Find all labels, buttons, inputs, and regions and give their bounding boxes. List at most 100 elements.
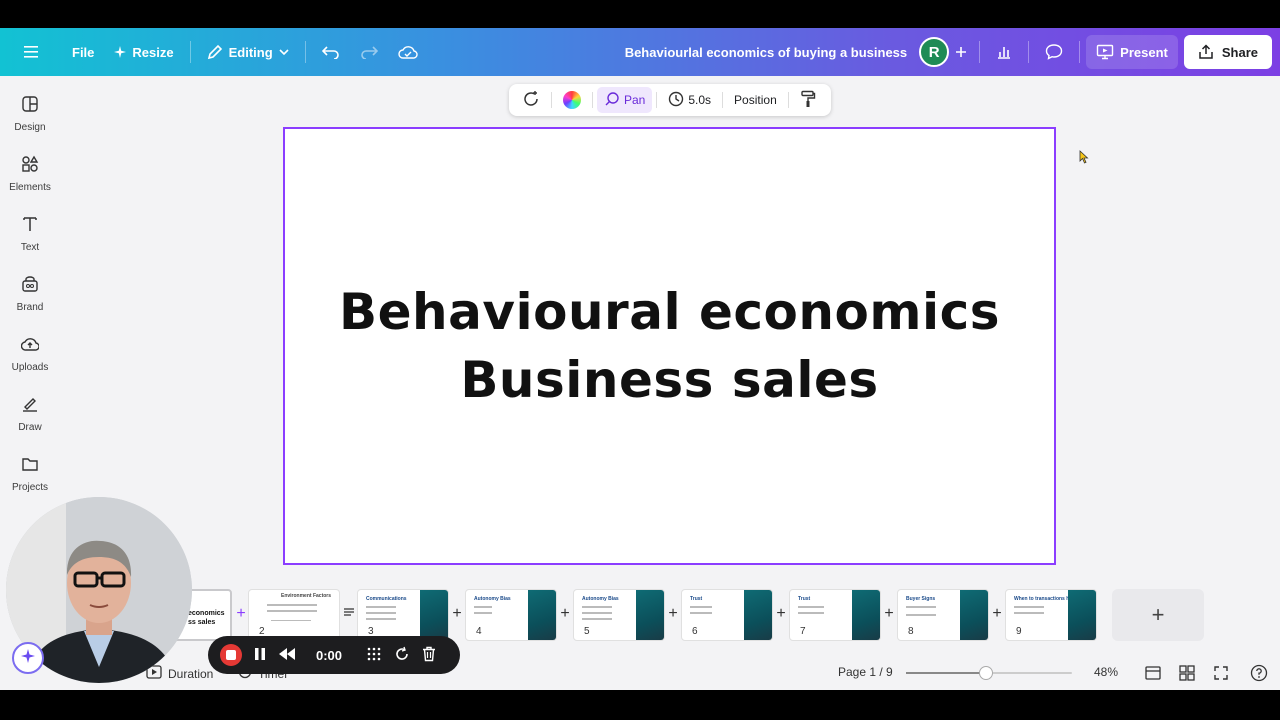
toolbar-divider	[592, 92, 593, 108]
add-page-between-icon[interactable]: +	[666, 604, 680, 624]
sidebar-item-label: Elements	[9, 182, 51, 193]
thumb-image	[1068, 590, 1096, 640]
thumb-line	[271, 620, 311, 621]
text-icon	[21, 215, 39, 236]
share-button[interactable]: Share	[1183, 35, 1272, 69]
fullscreen-icon[interactable]	[1212, 664, 1230, 682]
add-page-between-icon[interactable]: +	[558, 604, 572, 624]
page-thumbnail-2[interactable]: Environment Factors 2	[248, 589, 340, 641]
menu-button[interactable]	[18, 35, 46, 69]
animate-button[interactable]	[515, 87, 547, 113]
pencil-icon	[207, 44, 223, 60]
page-indicator[interactable]: Page 1 / 9	[838, 665, 893, 679]
toolbar-divider	[304, 41, 306, 63]
clock-icon	[668, 91, 684, 110]
add-page-between-icon[interactable]: +	[450, 604, 464, 624]
add-page-button[interactable]: +	[1112, 589, 1204, 641]
editing-mode-button[interactable]: Editing	[197, 35, 299, 69]
rewind-icon[interactable]	[278, 647, 296, 664]
sidebar-item-draw[interactable]: Draw	[0, 386, 60, 442]
redo-button[interactable]	[350, 35, 388, 69]
page-thumbnail-3[interactable]: Communications 3	[357, 589, 449, 641]
trash-icon[interactable]	[422, 646, 436, 665]
page-thumbnail-8[interactable]: Buyer Signs 8	[897, 589, 989, 641]
bottom-bar: Duration Timer Page 1 / 9 48%	[0, 656, 1280, 690]
position-button[interactable]: Position	[727, 87, 784, 113]
sidebar-item-elements[interactable]: Elements	[0, 146, 60, 202]
position-label: Position	[734, 93, 777, 107]
thumb-line	[690, 606, 712, 608]
document-title[interactable]: Behaviourlal economics of buying a busin…	[625, 45, 907, 60]
duration-value: 5.0s	[688, 93, 712, 107]
add-page-between-icon[interactable]: +	[882, 604, 896, 624]
notes-view-icon[interactable]	[1144, 664, 1162, 682]
thumb-title: Communications	[366, 596, 407, 602]
cloud-check-icon	[397, 44, 418, 60]
stop-recording-button[interactable]	[220, 644, 242, 666]
comments-button[interactable]	[1035, 35, 1073, 69]
paint-roller-icon	[800, 90, 816, 111]
color-picker-button[interactable]	[556, 87, 588, 113]
thumb-title: Trust	[690, 596, 703, 602]
sidebar-item-text[interactable]: Text	[0, 206, 60, 262]
cloud-save-button[interactable]	[388, 35, 428, 69]
page-thumbnail-9[interactable]: When to transactions happen? 9	[1005, 589, 1097, 641]
page-thumbnail-6[interactable]: Trust 6	[681, 589, 773, 641]
user-avatar[interactable]: R	[919, 37, 950, 67]
page-thumbnail-7[interactable]: Trust 7	[789, 589, 881, 641]
thumb-image	[528, 590, 556, 640]
context-toolbar: Pan 5.0s Position	[509, 84, 831, 116]
stop-icon	[226, 650, 236, 660]
canvas-area[interactable]: Pan 5.0s Position Behavioural economics …	[60, 76, 1280, 580]
restart-icon[interactable]	[394, 646, 410, 665]
add-page-between-icon[interactable]: +	[234, 604, 248, 624]
page-filmstrip: economics ss sales + Environment Factors …	[0, 580, 1280, 648]
share-label: Share	[1221, 44, 1258, 60]
undo-icon	[321, 45, 340, 59]
slide-title[interactable]: Behavioural economics Business sales	[339, 278, 1000, 414]
thumb-line	[798, 606, 824, 608]
notes-icon[interactable]	[342, 604, 356, 624]
mouse-cursor-icon	[1079, 150, 1089, 169]
duration-button[interactable]: Duration	[146, 665, 213, 682]
toolbar-divider	[189, 41, 191, 63]
page-thumbnail-4[interactable]: Autonomy Bias 4	[465, 589, 557, 641]
grid-view-icon[interactable]	[1178, 664, 1196, 682]
recording-controls: 0:00	[208, 636, 460, 674]
add-page-between-icon[interactable]: +	[990, 604, 1004, 624]
sidebar-item-brand[interactable]: Brand	[0, 266, 60, 322]
thumb-title: Autonomy Bias	[474, 596, 511, 602]
timing-button[interactable]: 5.0s	[661, 87, 718, 113]
resize-button[interactable]: Resize	[104, 35, 183, 69]
add-page-between-icon[interactable]: +	[774, 604, 788, 624]
thumb-title: Autonomy Bias	[582, 596, 619, 602]
elements-icon	[21, 155, 39, 176]
undo-button[interactable]	[312, 35, 350, 69]
zoom-percentage[interactable]: 48%	[1094, 665, 1118, 679]
thumb-line	[1014, 606, 1044, 608]
zoom-slider-handle[interactable]	[978, 666, 993, 680]
pause-icon[interactable]	[254, 647, 266, 664]
redo-icon	[360, 45, 378, 59]
top-toolbar: File Resize Editing Behaviourlal economi…	[0, 28, 1280, 76]
sidebar-item-label: Projects	[11, 482, 49, 493]
pan-animation-button[interactable]: Pan	[597, 87, 653, 113]
thumb-line	[906, 606, 936, 608]
thumb-line	[267, 610, 317, 612]
insights-button[interactable]	[986, 35, 1022, 69]
copy-style-button[interactable]	[793, 87, 823, 113]
slide-canvas[interactable]: Behavioural economics Business sales	[283, 127, 1056, 565]
page-thumbnail-5[interactable]: Autonomy Bias 5	[573, 589, 665, 641]
sidebar-item-projects[interactable]: Projects	[0, 446, 60, 502]
present-button[interactable]: Present	[1086, 35, 1178, 69]
zoom-slider[interactable]	[906, 666, 1072, 680]
sidebar-item-design[interactable]: Design	[0, 86, 60, 142]
grid-dots-icon[interactable]	[366, 646, 382, 665]
magic-assistant-button[interactable]	[12, 642, 44, 674]
thumb-line	[267, 604, 317, 606]
file-menu-button[interactable]: File	[62, 35, 104, 69]
thumb-image	[636, 590, 664, 640]
help-icon[interactable]	[1250, 664, 1268, 682]
sidebar-item-uploads[interactable]: Uploads	[0, 326, 60, 382]
invite-button[interactable]	[949, 35, 973, 69]
